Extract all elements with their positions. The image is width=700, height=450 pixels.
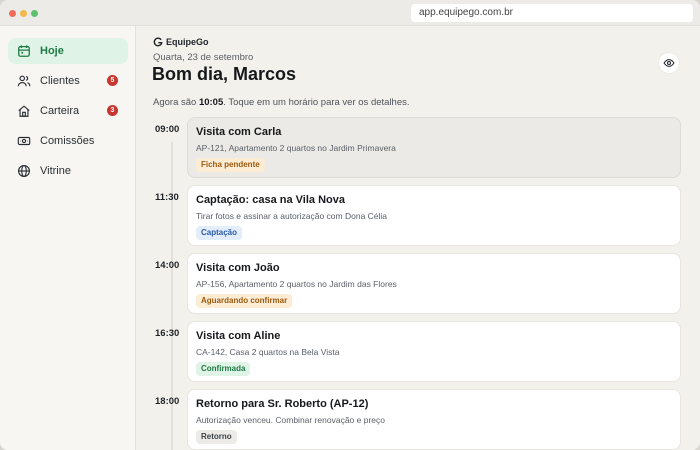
sidebar-item-comissoes[interactable]: Comissões	[8, 128, 128, 154]
time-slot-label[interactable]: 11:30	[155, 192, 179, 203]
clientes-count-badge: 5	[107, 75, 118, 86]
current-time-hint: Agora são 10:05. Toque em um horário par…	[153, 97, 410, 108]
close-window-button[interactable]	[9, 10, 16, 17]
banknote-icon	[17, 134, 31, 148]
time-slot-label[interactable]: 16:30	[155, 328, 179, 339]
main-content: EquipeGo Quarta, 23 de setembro Bom dia,…	[136, 26, 700, 450]
schedule-card-title: Captação: casa na Vila Nova	[196, 194, 345, 206]
brand-name: EquipeGo	[166, 37, 209, 47]
status-badge: Retorno	[196, 430, 237, 444]
schedule-card-description: Tirar fotos e assinar a autorização com …	[196, 211, 388, 221]
browser-titlebar: app.equipego.com.br	[0, 0, 700, 26]
status-badge: Captação	[196, 226, 243, 240]
sidebar-item-label: Vitrine	[40, 165, 71, 177]
schedule-card[interactable]: Visita com Aline CA-142, Casa 2 quartos …	[187, 321, 681, 382]
status-badge: Confirmada	[196, 362, 251, 376]
schedule-card-title: Visita com João	[196, 262, 280, 274]
schedule-card-description: AP-156, Apartamento 2 quartos no Jardim …	[196, 279, 397, 289]
page-title: Bom dia, Marcos	[152, 64, 297, 84]
sidebar: Hoje Clientes 5 Carteira 3 Comissões Vit…	[0, 26, 136, 450]
users-icon	[17, 74, 31, 88]
schedule-card-title: Visita com Carla	[196, 126, 282, 138]
sidebar-item-clientes[interactable]: Clientes 5	[8, 68, 128, 94]
home-icon	[17, 104, 31, 118]
schedule-card-description: AP-121, Apartamento 2 quartos no Jardim …	[196, 143, 396, 153]
app-window: app.equipego.com.br Hoje Clientes 5 Cart…	[0, 0, 700, 450]
sidebar-item-label: Clientes	[40, 75, 80, 87]
sidebar-item-label: Comissões	[40, 135, 95, 147]
status-badge: Aguardando confirmar	[196, 294, 293, 308]
carteira-count-badge: 3	[107, 105, 118, 116]
schedule-card-title: Retorno para Sr. Roberto (AP-12)	[196, 398, 369, 410]
time-slot-label[interactable]: 18:00	[155, 396, 179, 407]
schedule-card-description: CA-142, Casa 2 quartos na Bela Vista	[196, 347, 340, 357]
brand: EquipeGo	[153, 37, 209, 47]
status-badge: Ficha pendente	[196, 158, 265, 172]
current-time: 10:05	[198, 97, 224, 108]
time-slot-label[interactable]: 09:00	[155, 124, 179, 135]
sidebar-item-label: Carteira	[40, 105, 80, 117]
calendar-icon	[17, 44, 31, 58]
schedule-card[interactable]: Visita com João AP-156, Apartamento 2 qu…	[187, 253, 681, 314]
url-bar[interactable]: app.equipego.com.br	[411, 4, 693, 22]
sidebar-item-hoje[interactable]: Hoje	[8, 38, 128, 64]
eye-icon	[663, 59, 675, 67]
brand-logo-icon	[153, 37, 163, 47]
sidebar-item-vitrine[interactable]: Vitrine	[8, 158, 128, 184]
schedule-card[interactable]: Captação: casa na Vila Nova Tirar fotos …	[187, 185, 681, 246]
sidebar-item-carteira[interactable]: Carteira 3	[8, 98, 128, 124]
globe-icon	[17, 164, 31, 178]
schedule-card-description: Autorização venceu. Combinar renovação e…	[196, 415, 385, 425]
schedule-card[interactable]: Retorno para Sr. Roberto (AP-12) Autoriz…	[187, 389, 681, 450]
minimize-window-button[interactable]	[20, 10, 27, 17]
current-date: Quarta, 23 de setembro	[153, 52, 254, 63]
maximize-window-button[interactable]	[31, 10, 38, 17]
sidebar-item-label: Hoje	[40, 45, 64, 57]
schedule-card[interactable]: Visita com Carla AP-121, Apartamento 2 q…	[187, 117, 681, 178]
time-slot-label[interactable]: 14:00	[155, 260, 179, 271]
schedule-card-title: Visita com Aline	[196, 330, 281, 342]
visibility-toggle-button[interactable]	[658, 52, 680, 74]
